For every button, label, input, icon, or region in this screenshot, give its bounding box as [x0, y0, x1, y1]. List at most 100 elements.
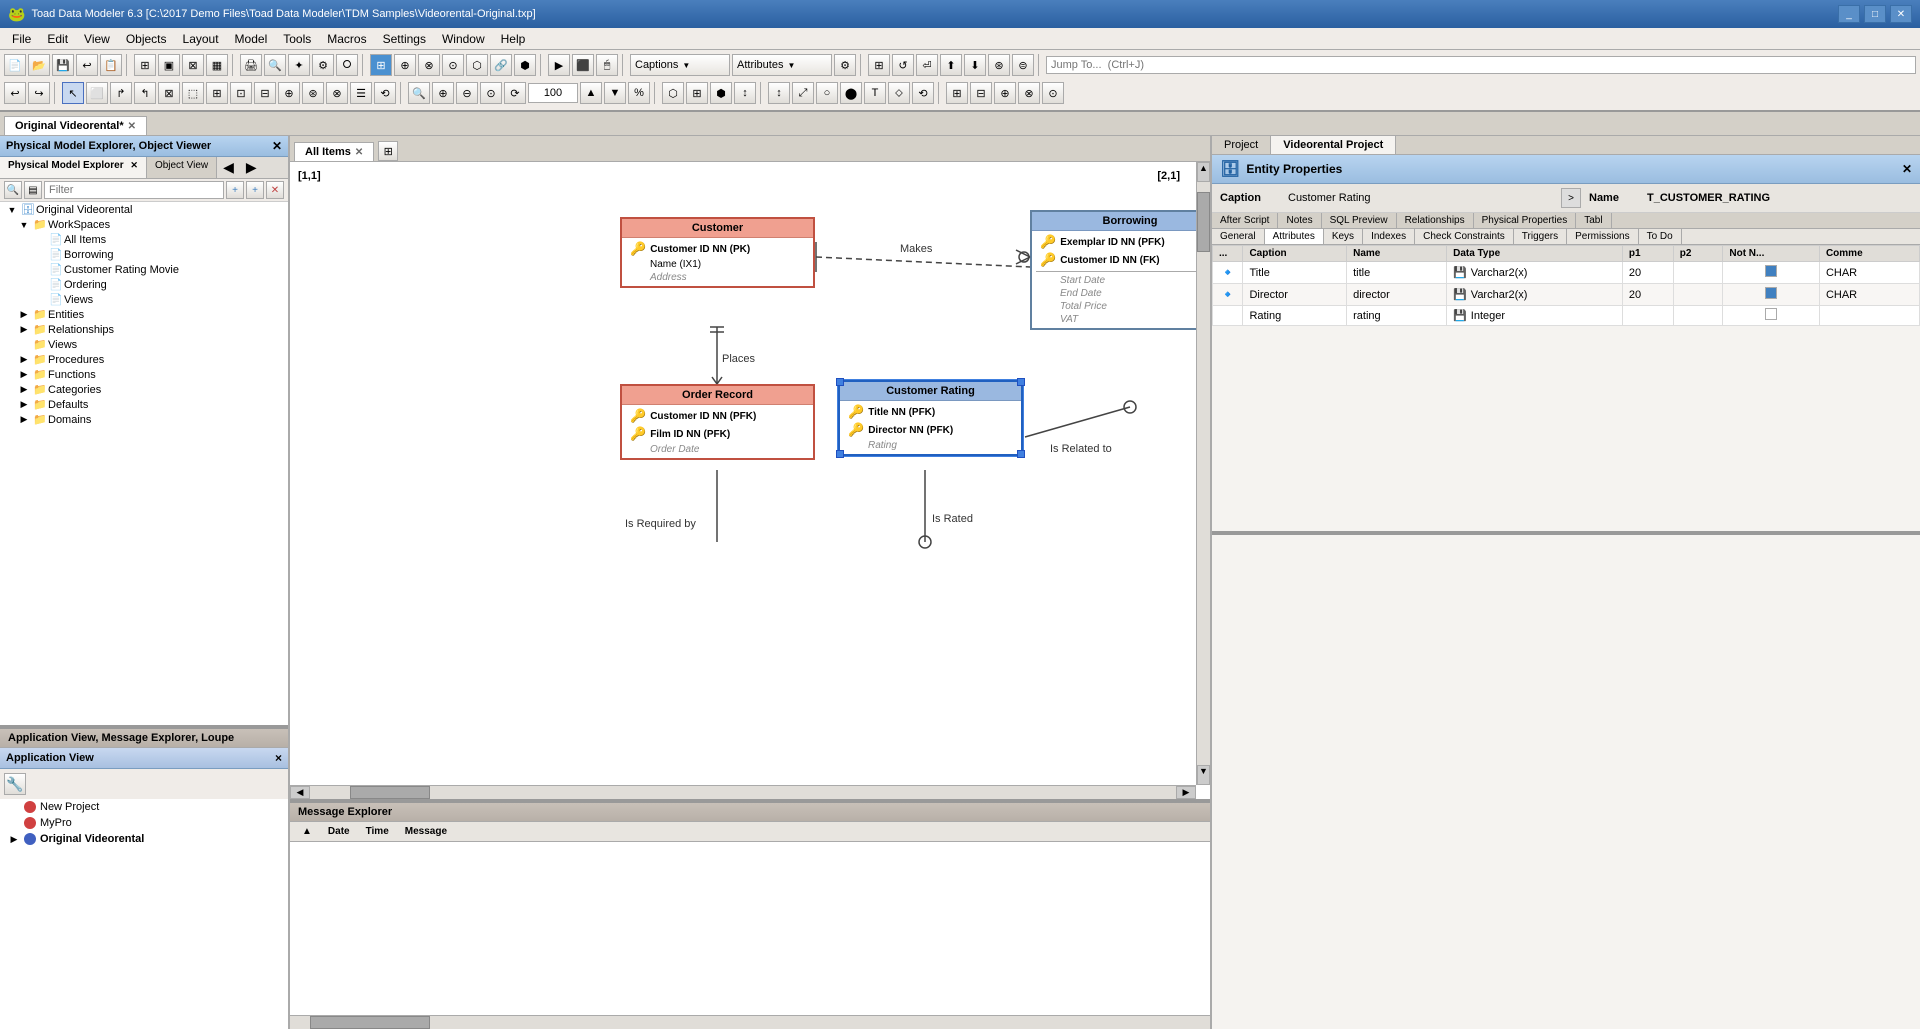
entity-customer[interactable]: Customer 🔑 Customer ID NN (PK) Name (IX1… — [620, 217, 815, 288]
tb2-btn-15[interactable]: ⟲ — [374, 82, 396, 104]
tb-btn-19[interactable]: 🖱 — [596, 54, 618, 76]
tb2-btn-8[interactable]: ⊞ — [206, 82, 228, 104]
tree-item-allitems[interactable]: 📄 All Items — [32, 232, 288, 247]
tb-btn-7[interactable]: ✦ — [288, 54, 310, 76]
msg-hscrollbar[interactable] — [290, 1015, 1210, 1029]
menu-help[interactable]: Help — [493, 30, 534, 48]
tree-item-videorental[interactable]: ▼ 🗄 Original Videorental — [0, 202, 288, 217]
tb2-btn-37[interactable]: ⊙ — [1042, 82, 1064, 104]
close-window-button[interactable]: ✕ — [1890, 5, 1912, 23]
notnull-checkbox[interactable] — [1765, 287, 1777, 299]
tb2-btn-12[interactable]: ⊛ — [302, 82, 324, 104]
tb-btn-11[interactable]: ⊕ — [394, 54, 416, 76]
left-panel-close-btn[interactable]: ✕ — [272, 139, 282, 153]
menu-model[interactable]: Model — [227, 30, 276, 48]
tb2-btn-33[interactable]: ⊞ — [946, 82, 968, 104]
tree-item-defaults[interactable]: ▶ 📁 Defaults — [16, 397, 288, 412]
app-view-close-btn[interactable]: × — [275, 751, 282, 765]
menu-window[interactable]: Window — [434, 30, 493, 48]
tb-btn-14[interactable]: ⬡ — [466, 54, 488, 76]
subtab-triggers[interactable]: Triggers — [1514, 229, 1567, 244]
notnull-checkbox[interactable] — [1765, 308, 1777, 320]
tb2-btn-10[interactable]: ⊟ — [254, 82, 276, 104]
subtab-attributes[interactable]: Attributes — [1265, 229, 1324, 244]
tb-btn-15[interactable]: 🔗 — [490, 54, 512, 76]
tb-btn-6[interactable]: 🔍 — [264, 54, 286, 76]
tb2-btn-36[interactable]: ⊗ — [1018, 82, 1040, 104]
filter2-icon-btn[interactable]: ▤ — [24, 181, 42, 199]
tb-btn-17[interactable]: ▶ — [548, 54, 570, 76]
menu-edit[interactable]: Edit — [39, 30, 76, 48]
menu-layout[interactable]: Layout — [175, 30, 227, 48]
tb2-btn-28[interactable]: ○ — [816, 82, 838, 104]
entity-props-close-btn[interactable]: ✕ — [1902, 162, 1912, 176]
tb2-btn-32[interactable]: ⟲ — [912, 82, 934, 104]
tree-item-customerratingmovie[interactable]: 📄 Customer Rating Movie — [32, 262, 288, 277]
tb2-btn-18[interactable]: ⊖ — [456, 82, 478, 104]
subtab-general[interactable]: General — [1212, 229, 1265, 244]
diagram-hscrollbar[interactable]: ◀ ▶ — [290, 785, 1196, 799]
caption-arrow-btn[interactable]: > — [1561, 188, 1581, 208]
tb2-btn-2[interactable]: ↪ — [28, 82, 50, 104]
tree-item-procedures[interactable]: ▶ 📁 Procedures — [16, 352, 288, 367]
tb-btn-27[interactable]: ⊜ — [1012, 54, 1034, 76]
tb2-btn-19[interactable]: ⊙ — [480, 82, 502, 104]
menu-objects[interactable]: Objects — [118, 30, 175, 48]
scroll-left-btn[interactable]: ◀ — [290, 786, 310, 799]
subtab-keys[interactable]: Keys — [1324, 229, 1363, 244]
app-item-originalvideorental[interactable]: ▶ Original Videorental — [0, 831, 288, 847]
zoom-input[interactable] — [528, 83, 578, 103]
maximize-button[interactable]: □ — [1864, 5, 1886, 23]
tb2-btn-14[interactable]: ☰ — [350, 82, 372, 104]
tree-item-relationships[interactable]: ▶ 📁 Relationships — [16, 322, 288, 337]
tb2-btn-25[interactable]: ↕ — [734, 82, 756, 104]
zoom-down-btn[interactable]: ▼ — [604, 82, 626, 104]
tb2-btn-11[interactable]: ⊕ — [278, 82, 300, 104]
tab-project[interactable]: Project — [1212, 136, 1271, 154]
tab-notes[interactable]: Notes — [1278, 213, 1321, 228]
filter-add-btn[interactable]: + — [246, 181, 264, 199]
scroll-right-btn[interactable]: ▶ — [1176, 786, 1196, 799]
scroll-down-btn[interactable]: ▼ — [1197, 765, 1210, 785]
attr-notnull-cell[interactable] — [1723, 262, 1820, 284]
tb2-btn-5[interactable]: ↰ — [134, 82, 156, 104]
tb-btn-20[interactable]: ⚙ — [834, 54, 856, 76]
tb2-btn-31[interactable]: ⬦ — [888, 82, 910, 104]
menu-tools[interactable]: Tools — [275, 30, 319, 48]
minimize-button[interactable]: _ — [1838, 5, 1860, 23]
subtab-indexes[interactable]: Indexes — [1363, 229, 1415, 244]
tb2-btn-20[interactable]: ⟳ — [504, 82, 526, 104]
tb2-btn-6[interactable]: ⊠ — [158, 82, 180, 104]
filter-clear-btn[interactable]: + — [226, 181, 244, 199]
tb-btn-22[interactable]: ↺ — [892, 54, 914, 76]
save-button[interactable]: 💾 — [52, 54, 74, 76]
tb-btn-2[interactable]: ▣ — [158, 54, 180, 76]
copy-button[interactable]: 📋 — [100, 54, 122, 76]
tb2-btn-26[interactable]: ↕ — [768, 82, 790, 104]
scroll-thumb[interactable] — [1197, 192, 1210, 252]
notnull-checkbox[interactable] — [1765, 265, 1777, 277]
tab-videorental-project[interactable]: Videorental Project — [1271, 136, 1396, 154]
panel-nav-btn2[interactable]: ▶ — [240, 157, 263, 178]
table-row[interactable]: 🔹Directordirector💾Varchar2(x)20CHAR — [1213, 284, 1920, 306]
new-button[interactable]: 📄 — [4, 54, 26, 76]
tb2-btn-27[interactable]: ⤢ — [792, 82, 814, 104]
tb-btn-4[interactable]: ▦ — [206, 54, 228, 76]
tb-btn-5[interactable]: 🖨 — [240, 54, 262, 76]
diagram-tab-add-btn[interactable]: ⊞ — [378, 141, 398, 161]
tb2-btn-34[interactable]: ⊟ — [970, 82, 992, 104]
tb-btn-10[interactable]: ⊞ — [370, 54, 392, 76]
tab-physical-props[interactable]: Physical Properties — [1474, 213, 1577, 228]
tab-sql-preview[interactable]: SQL Preview — [1322, 213, 1397, 228]
tab-after-script[interactable]: After Script — [1212, 213, 1278, 228]
tree-item-domains[interactable]: ▶ 📁 Domains — [16, 412, 288, 427]
filter-del-btn[interactable]: ✕ — [266, 181, 284, 199]
attr-notnull-cell[interactable] — [1723, 306, 1820, 326]
captions-dropdown[interactable]: Captions ▼ — [630, 54, 730, 76]
tree-item-ordering[interactable]: 📄 Ordering — [32, 277, 288, 292]
entity-customerrating[interactable]: Customer Rating 🔑 Title NN (PFK) 🔑 Direc… — [838, 380, 1023, 456]
app-item-mypro[interactable]: MyPro — [0, 815, 288, 831]
menu-settings[interactable]: Settings — [375, 30, 434, 48]
open-button[interactable]: 📂 — [28, 54, 50, 76]
scroll-hthumb[interactable] — [350, 786, 430, 799]
